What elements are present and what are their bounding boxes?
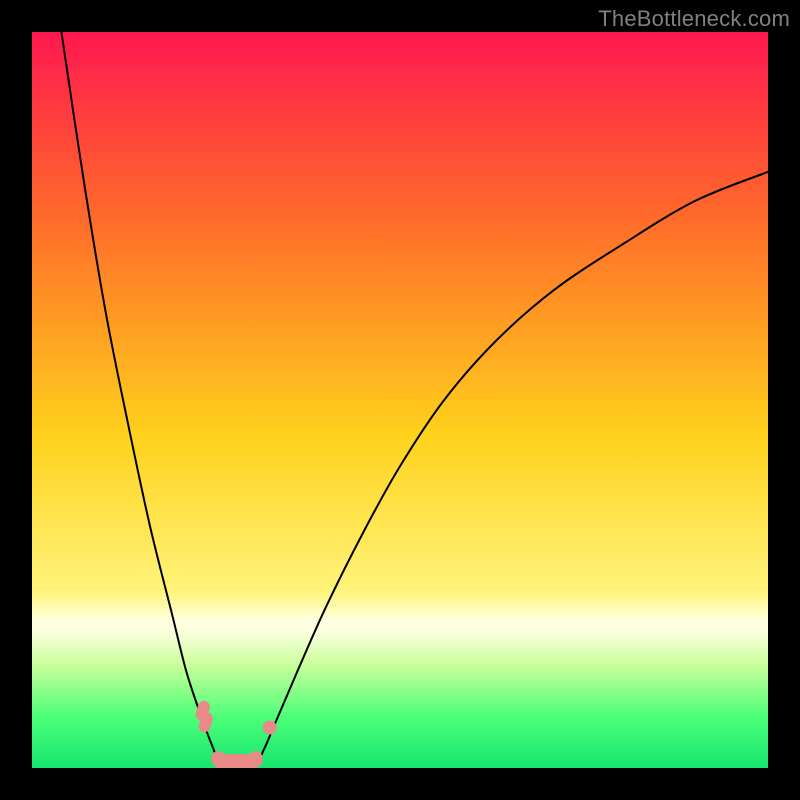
gradient-background bbox=[32, 32, 768, 768]
chart-svg bbox=[32, 32, 768, 768]
data-marker bbox=[211, 751, 225, 767]
data-marker bbox=[263, 721, 277, 735]
plot-area bbox=[32, 32, 768, 768]
chart-frame: TheBottleneck.com bbox=[0, 0, 800, 800]
watermark-text: TheBottleneck.com bbox=[598, 6, 790, 32]
data-marker bbox=[249, 751, 263, 767]
